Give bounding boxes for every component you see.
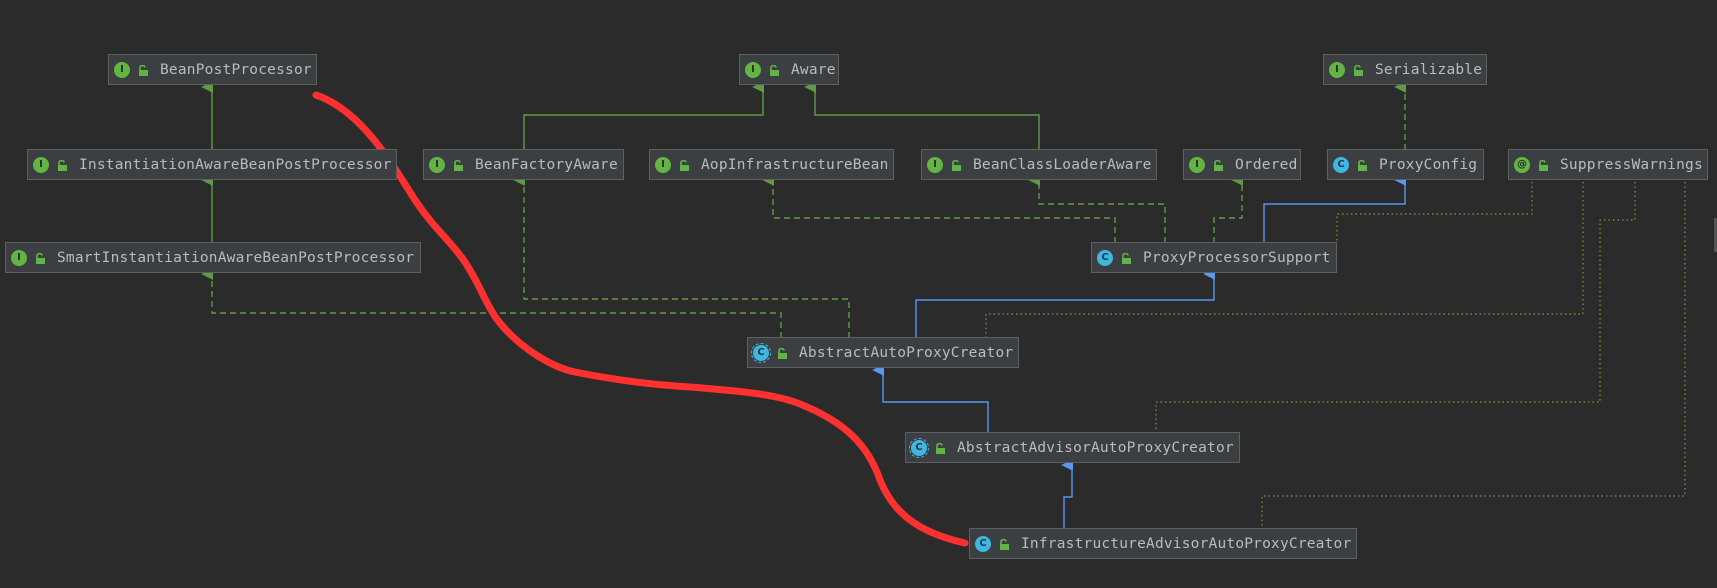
node-label: AbstractAutoProxyCreator: [799, 344, 1014, 361]
node-abstract-advisor-auto-proxy-creator[interactable]: C AbstractAdvisorAutoProxyCreator: [905, 432, 1240, 463]
node-label: BeanPostProcessor: [160, 61, 312, 78]
node-label: BeanFactoryAware: [475, 156, 618, 173]
node-label: AbstractAdvisorAutoProxyCreator: [957, 439, 1234, 456]
public-access-icon: [770, 64, 779, 76]
public-access-icon: [1122, 252, 1131, 264]
public-access-icon: [139, 64, 148, 76]
edge-iaapc-aaapc: [1061, 459, 1074, 528]
interface-icon: I: [114, 61, 130, 78]
edge-pps-ordered: [1213, 174, 1244, 243]
node-label: SuppressWarnings: [1560, 156, 1703, 173]
public-access-icon: [1214, 159, 1223, 171]
node-ordered[interactable]: I Ordered: [1183, 149, 1301, 180]
node-label: Serializable: [1375, 61, 1483, 78]
diagram-canvas: [201, 81, 1686, 547]
public-access-icon: [1358, 159, 1367, 171]
abstract-class-icon: C: [751, 342, 771, 363]
interface-icon: I: [927, 156, 943, 173]
interface-icon: I: [429, 156, 445, 173]
class-icon: C: [975, 535, 991, 552]
edge-aaapc-suppress: [1155, 182, 1636, 432]
edge-bfa-aware: [523, 81, 765, 150]
node-instantiation-aware-bean-post-processor[interactable]: I InstantiationAwareBeanPostProcessor: [27, 149, 397, 180]
node-label: InfrastructureAdvisorAutoProxyCreator: [1021, 535, 1352, 552]
interface-icon: I: [655, 156, 671, 173]
edge-pps-suppress: [1336, 182, 1533, 243]
node-serializable[interactable]: I Serializable: [1323, 54, 1487, 85]
interface-icon: I: [1329, 61, 1345, 78]
edge-pps-proxyconfig: [1263, 174, 1407, 243]
node-proxy-processor-support[interactable]: C ProxyProcessorSupport: [1091, 242, 1337, 273]
public-access-icon: [936, 442, 945, 454]
class-icon: C: [1097, 249, 1113, 266]
public-access-icon: [778, 347, 787, 359]
public-access-icon: [680, 159, 689, 171]
interface-icon: I: [33, 156, 49, 173]
node-infrastructure-advisor-auto-proxy-creator[interactable]: C InfrastructureAdvisorAutoProxyCreator: [969, 528, 1357, 559]
edge-aapc-pps: [915, 268, 1216, 338]
edge-aapc-siabpp: [201, 268, 782, 338]
node-proxy-config[interactable]: C ProxyConfig: [1327, 149, 1484, 180]
edge-aaapc-aapc: [872, 364, 989, 432]
node-label: SmartInstantiationAwareBeanPostProcessor: [57, 249, 415, 266]
interface-icon: I: [1189, 156, 1205, 173]
public-access-icon: [36, 252, 45, 264]
node-label: Ordered: [1235, 156, 1298, 173]
public-access-icon: [1354, 64, 1363, 76]
node-smart-instantiation-aware-bean-post-processor[interactable]: I SmartInstantiationAwareBeanPostProcesso…: [5, 242, 421, 273]
public-access-icon: [1000, 538, 1009, 550]
node-label: AopInfrastructureBean: [701, 156, 889, 173]
node-label: ProxyConfig: [1379, 156, 1478, 173]
node-bean-class-loader-aware[interactable]: I BeanClassLoaderAware: [921, 149, 1157, 180]
edge-pps-bcla: [1028, 174, 1166, 243]
edge-iaapc-suppress: [1261, 182, 1686, 528]
implements-edges: [201, 81, 1407, 338]
edge-aapc-bfa: [513, 174, 850, 338]
interface-icon: I: [11, 249, 27, 266]
class-icon: C: [1333, 156, 1349, 173]
interface-icon: I: [745, 61, 761, 78]
node-label: ProxyProcessorSupport: [1143, 249, 1331, 266]
node-aware[interactable]: I Aware: [739, 54, 839, 85]
public-access-icon: [454, 159, 463, 171]
node-suppress-warnings[interactable]: @ SuppressWarnings: [1508, 149, 1708, 180]
node-aop-infrastructure-bean[interactable]: I AopInfrastructureBean: [649, 149, 894, 180]
edge-bcla-aware: [804, 81, 1040, 150]
annotation-icon: @: [1514, 156, 1530, 173]
edge-pps-aopinfra: [762, 174, 1116, 243]
public-access-icon: [58, 159, 67, 171]
node-abstract-auto-proxy-creator[interactable]: C AbstractAutoProxyCreator: [747, 337, 1019, 368]
public-access-icon: [1539, 159, 1548, 171]
node-label: BeanClassLoaderAware: [973, 156, 1152, 173]
annotation-edges: [985, 182, 1686, 528]
abstract-class-icon: C: [909, 437, 929, 458]
public-access-icon: [952, 159, 961, 171]
node-bean-factory-aware[interactable]: I BeanFactoryAware: [423, 149, 624, 180]
node-label: InstantiationAwareBeanPostProcessor: [79, 156, 392, 173]
node-label: Aware: [791, 61, 836, 78]
node-bean-post-processor[interactable]: I BeanPostProcessor: [108, 54, 317, 85]
